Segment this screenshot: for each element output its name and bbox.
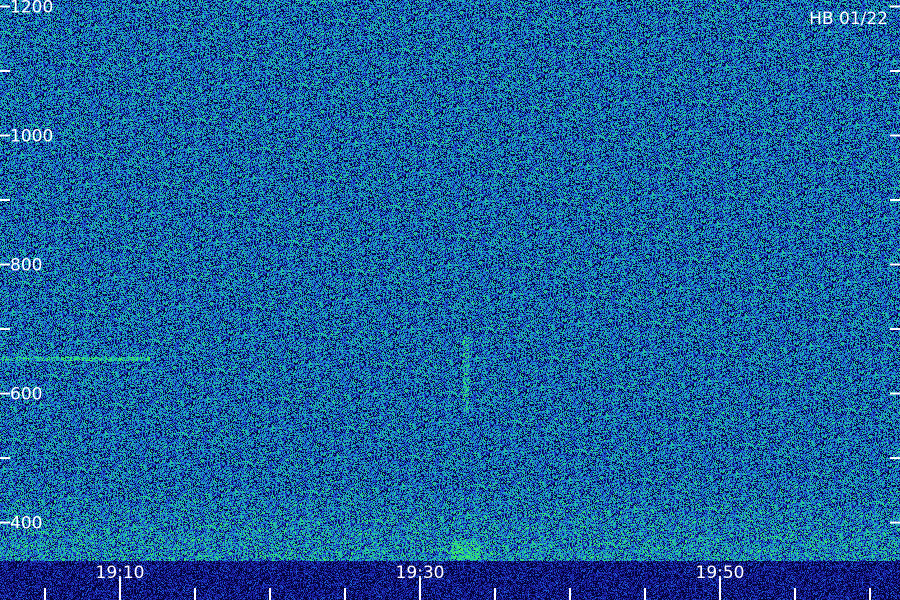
y-tick-label: 800 — [10, 256, 42, 276]
corner-label: HB 01/22 — [809, 9, 888, 29]
x-tick-label: 19:10 — [96, 563, 145, 583]
y-tick-label: 1000 — [10, 126, 53, 146]
y-tick-label: 400 — [10, 514, 42, 534]
x-tick-label: 19:30 — [396, 563, 445, 583]
spectrogram-chart: 1200 1000 800 600 400 19:10 19:30 19:50 HB 01/… — [0, 0, 900, 600]
y-tick-label: 1200 — [10, 0, 53, 17]
y-axis: 1200 1000 800 600 400 — [0, 0, 900, 534]
x-tick-label: 19:50 — [696, 563, 745, 583]
y-tick-label: 600 — [10, 385, 42, 405]
chart-axes-overlay: 1200 1000 800 600 400 19:10 19:30 19:50 HB 01/… — [0, 0, 900, 600]
x-axis: 19:10 19:30 19:50 — [44, 563, 871, 600]
